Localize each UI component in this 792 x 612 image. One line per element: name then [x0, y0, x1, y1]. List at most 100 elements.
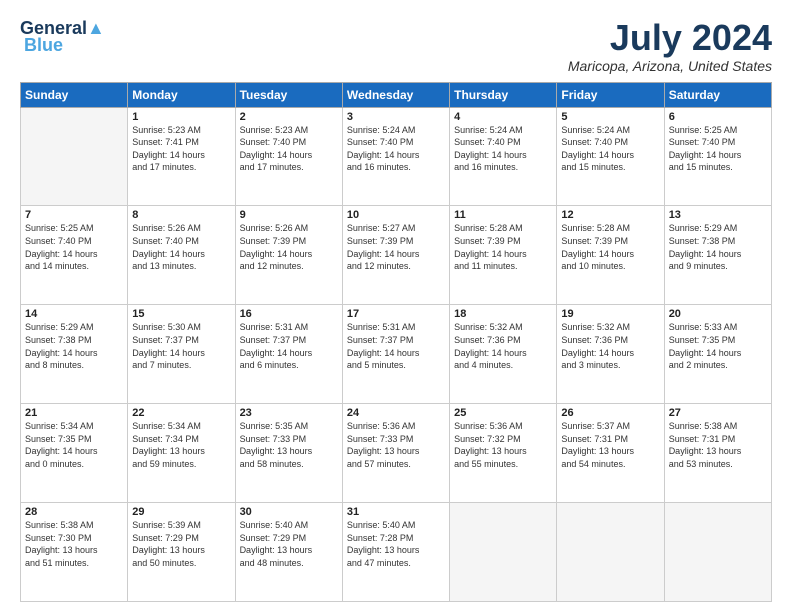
day-number: 11	[454, 209, 552, 221]
title-block: July 2024 Maricopa, Arizona, United Stat…	[568, 18, 772, 74]
day-info: Sunrise: 5:26 AM Sunset: 7:39 PM Dayligh…	[240, 222, 338, 272]
calendar-cell: 14Sunrise: 5:29 AM Sunset: 7:38 PM Dayli…	[21, 305, 128, 404]
calendar-cell: 10Sunrise: 5:27 AM Sunset: 7:39 PM Dayli…	[342, 206, 449, 305]
weekday-header-thursday: Thursday	[450, 82, 557, 107]
day-info: Sunrise: 5:29 AM Sunset: 7:38 PM Dayligh…	[25, 321, 123, 371]
day-number: 10	[347, 209, 445, 221]
day-number: 16	[240, 308, 338, 320]
day-number: 9	[240, 209, 338, 221]
day-info: Sunrise: 5:28 AM Sunset: 7:39 PM Dayligh…	[561, 222, 659, 272]
calendar-cell: 1Sunrise: 5:23 AM Sunset: 7:41 PM Daylig…	[128, 107, 235, 206]
day-number: 17	[347, 308, 445, 320]
calendar-cell: 24Sunrise: 5:36 AM Sunset: 7:33 PM Dayli…	[342, 404, 449, 503]
day-number: 27	[669, 407, 767, 419]
logo-blue: Blue	[24, 35, 63, 56]
calendar-cell: 28Sunrise: 5:38 AM Sunset: 7:30 PM Dayli…	[21, 503, 128, 602]
day-info: Sunrise: 5:26 AM Sunset: 7:40 PM Dayligh…	[132, 222, 230, 272]
day-number: 31	[347, 506, 445, 518]
calendar-cell	[21, 107, 128, 206]
calendar-cell	[450, 503, 557, 602]
day-number: 22	[132, 407, 230, 419]
day-info: Sunrise: 5:40 AM Sunset: 7:29 PM Dayligh…	[240, 519, 338, 569]
calendar-cell: 23Sunrise: 5:35 AM Sunset: 7:33 PM Dayli…	[235, 404, 342, 503]
calendar-cell: 6Sunrise: 5:25 AM Sunset: 7:40 PM Daylig…	[664, 107, 771, 206]
day-info: Sunrise: 5:32 AM Sunset: 7:36 PM Dayligh…	[454, 321, 552, 371]
day-info: Sunrise: 5:34 AM Sunset: 7:34 PM Dayligh…	[132, 420, 230, 470]
day-number: 25	[454, 407, 552, 419]
day-number: 30	[240, 506, 338, 518]
calendar-table: SundayMondayTuesdayWednesdayThursdayFrid…	[20, 82, 772, 602]
day-info: Sunrise: 5:38 AM Sunset: 7:31 PM Dayligh…	[669, 420, 767, 470]
calendar-cell: 13Sunrise: 5:29 AM Sunset: 7:38 PM Dayli…	[664, 206, 771, 305]
calendar-cell: 31Sunrise: 5:40 AM Sunset: 7:28 PM Dayli…	[342, 503, 449, 602]
day-info: Sunrise: 5:36 AM Sunset: 7:32 PM Dayligh…	[454, 420, 552, 470]
day-number: 15	[132, 308, 230, 320]
day-info: Sunrise: 5:39 AM Sunset: 7:29 PM Dayligh…	[132, 519, 230, 569]
day-number: 18	[454, 308, 552, 320]
calendar-cell: 12Sunrise: 5:28 AM Sunset: 7:39 PM Dayli…	[557, 206, 664, 305]
day-info: Sunrise: 5:40 AM Sunset: 7:28 PM Dayligh…	[347, 519, 445, 569]
calendar-cell: 21Sunrise: 5:34 AM Sunset: 7:35 PM Dayli…	[21, 404, 128, 503]
day-info: Sunrise: 5:32 AM Sunset: 7:36 PM Dayligh…	[561, 321, 659, 371]
month-title: July 2024	[568, 18, 772, 58]
weekday-header-wednesday: Wednesday	[342, 82, 449, 107]
calendar-cell: 3Sunrise: 5:24 AM Sunset: 7:40 PM Daylig…	[342, 107, 449, 206]
weekday-header-sunday: Sunday	[21, 82, 128, 107]
calendar-cell	[664, 503, 771, 602]
calendar-cell: 16Sunrise: 5:31 AM Sunset: 7:37 PM Dayli…	[235, 305, 342, 404]
day-info: Sunrise: 5:24 AM Sunset: 7:40 PM Dayligh…	[561, 124, 659, 174]
day-number: 23	[240, 407, 338, 419]
calendar-cell: 2Sunrise: 5:23 AM Sunset: 7:40 PM Daylig…	[235, 107, 342, 206]
calendar-cell: 8Sunrise: 5:26 AM Sunset: 7:40 PM Daylig…	[128, 206, 235, 305]
day-number: 5	[561, 111, 659, 123]
calendar-cell	[557, 503, 664, 602]
day-number: 2	[240, 111, 338, 123]
calendar-cell: 5Sunrise: 5:24 AM Sunset: 7:40 PM Daylig…	[557, 107, 664, 206]
calendar-cell: 27Sunrise: 5:38 AM Sunset: 7:31 PM Dayli…	[664, 404, 771, 503]
weekday-header-monday: Monday	[128, 82, 235, 107]
day-info: Sunrise: 5:25 AM Sunset: 7:40 PM Dayligh…	[25, 222, 123, 272]
calendar-cell: 26Sunrise: 5:37 AM Sunset: 7:31 PM Dayli…	[557, 404, 664, 503]
day-number: 24	[347, 407, 445, 419]
day-info: Sunrise: 5:24 AM Sunset: 7:40 PM Dayligh…	[454, 124, 552, 174]
day-number: 29	[132, 506, 230, 518]
day-info: Sunrise: 5:37 AM Sunset: 7:31 PM Dayligh…	[561, 420, 659, 470]
day-number: 4	[454, 111, 552, 123]
day-info: Sunrise: 5:23 AM Sunset: 7:41 PM Dayligh…	[132, 124, 230, 174]
day-number: 3	[347, 111, 445, 123]
day-info: Sunrise: 5:34 AM Sunset: 7:35 PM Dayligh…	[25, 420, 123, 470]
day-info: Sunrise: 5:36 AM Sunset: 7:33 PM Dayligh…	[347, 420, 445, 470]
calendar-cell: 20Sunrise: 5:33 AM Sunset: 7:35 PM Dayli…	[664, 305, 771, 404]
day-info: Sunrise: 5:38 AM Sunset: 7:30 PM Dayligh…	[25, 519, 123, 569]
day-number: 7	[25, 209, 123, 221]
day-number: 26	[561, 407, 659, 419]
day-number: 1	[132, 111, 230, 123]
calendar-cell: 30Sunrise: 5:40 AM Sunset: 7:29 PM Dayli…	[235, 503, 342, 602]
day-number: 8	[132, 209, 230, 221]
day-info: Sunrise: 5:23 AM Sunset: 7:40 PM Dayligh…	[240, 124, 338, 174]
day-number: 28	[25, 506, 123, 518]
day-info: Sunrise: 5:24 AM Sunset: 7:40 PM Dayligh…	[347, 124, 445, 174]
calendar-cell: 25Sunrise: 5:36 AM Sunset: 7:32 PM Dayli…	[450, 404, 557, 503]
day-info: Sunrise: 5:31 AM Sunset: 7:37 PM Dayligh…	[347, 321, 445, 371]
calendar-cell: 22Sunrise: 5:34 AM Sunset: 7:34 PM Dayli…	[128, 404, 235, 503]
calendar-cell: 19Sunrise: 5:32 AM Sunset: 7:36 PM Dayli…	[557, 305, 664, 404]
day-number: 19	[561, 308, 659, 320]
weekday-header-friday: Friday	[557, 82, 664, 107]
day-number: 12	[561, 209, 659, 221]
day-number: 13	[669, 209, 767, 221]
calendar-cell: 11Sunrise: 5:28 AM Sunset: 7:39 PM Dayli…	[450, 206, 557, 305]
calendar-cell: 7Sunrise: 5:25 AM Sunset: 7:40 PM Daylig…	[21, 206, 128, 305]
day-info: Sunrise: 5:28 AM Sunset: 7:39 PM Dayligh…	[454, 222, 552, 272]
calendar-cell: 17Sunrise: 5:31 AM Sunset: 7:37 PM Dayli…	[342, 305, 449, 404]
calendar-cell: 4Sunrise: 5:24 AM Sunset: 7:40 PM Daylig…	[450, 107, 557, 206]
page-header: General▲ Blue July 2024 Maricopa, Arizon…	[20, 18, 772, 74]
day-info: Sunrise: 5:33 AM Sunset: 7:35 PM Dayligh…	[669, 321, 767, 371]
location: Maricopa, Arizona, United States	[568, 58, 772, 74]
day-info: Sunrise: 5:27 AM Sunset: 7:39 PM Dayligh…	[347, 222, 445, 272]
calendar-cell: 9Sunrise: 5:26 AM Sunset: 7:39 PM Daylig…	[235, 206, 342, 305]
day-info: Sunrise: 5:25 AM Sunset: 7:40 PM Dayligh…	[669, 124, 767, 174]
logo: General▲ Blue	[20, 18, 105, 56]
day-number: 6	[669, 111, 767, 123]
calendar-cell: 29Sunrise: 5:39 AM Sunset: 7:29 PM Dayli…	[128, 503, 235, 602]
